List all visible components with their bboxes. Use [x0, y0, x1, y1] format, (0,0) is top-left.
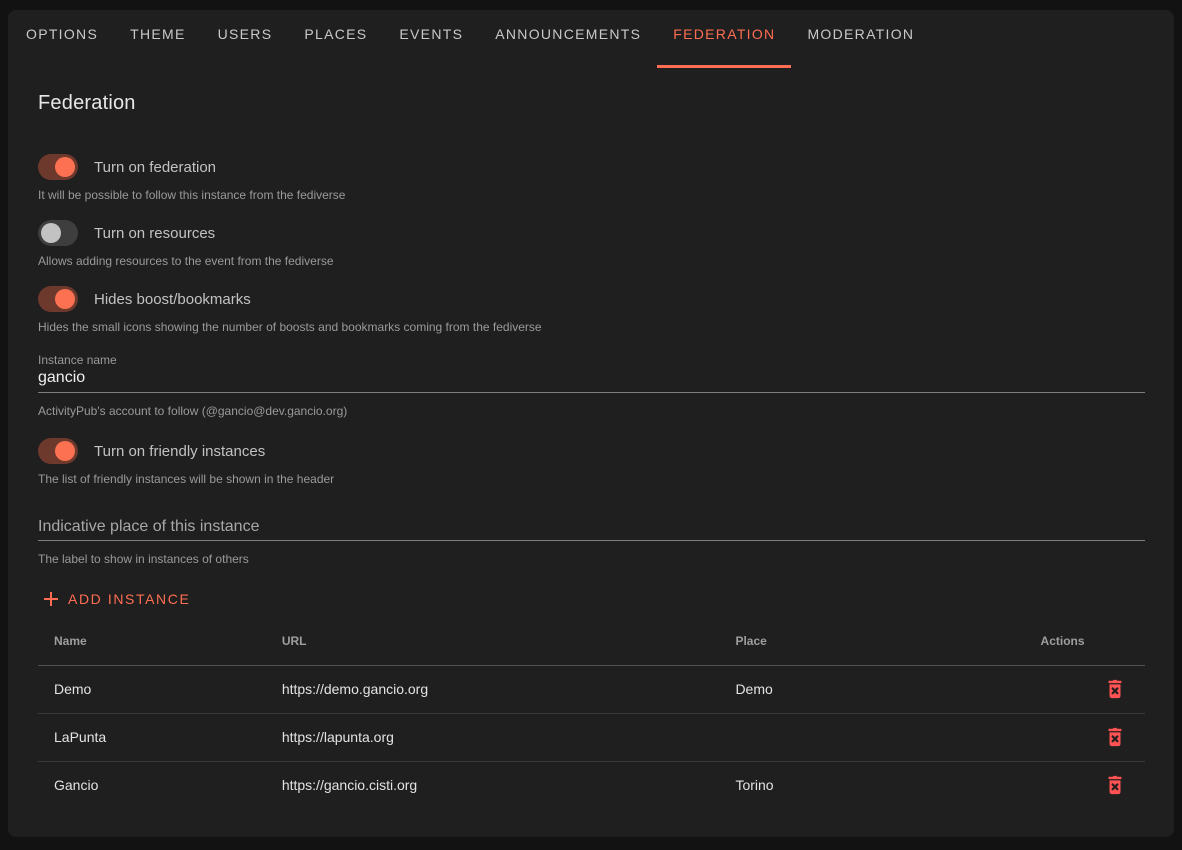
add-instance-button[interactable]: ADD INSTANCE — [38, 587, 194, 611]
hide-boosts-toggle-label: Hides boost/bookmarks — [94, 291, 251, 308]
tab-places[interactable]: PLACES — [288, 10, 383, 58]
table-row: LaPunta https://lapunta.org — [38, 713, 1145, 761]
admin-settings-card: OPTIONS THEME USERS PLACES EVENTS ANNOUN… — [8, 10, 1174, 837]
cell-place — [719, 713, 1024, 761]
setting-resources: Turn on resources Allows adding resource… — [38, 220, 1145, 269]
toggle-thumb — [55, 289, 75, 309]
cell-place: Torino — [719, 761, 1024, 809]
delete-instance-button[interactable] — [1101, 723, 1129, 751]
cell-name: Gancio — [38, 761, 266, 809]
cell-name: Demo — [38, 665, 266, 713]
toggle-thumb — [41, 223, 61, 243]
cell-url: https://gancio.cisti.org — [266, 761, 720, 809]
instance-place-field-wrap: The label to show in instances of others — [38, 517, 1145, 567]
tab-moderation[interactable]: MODERATION — [791, 10, 930, 58]
delete-instance-button[interactable] — [1101, 771, 1129, 799]
toggle-thumb — [55, 441, 75, 461]
instance-name-label: Instance name — [38, 352, 1145, 368]
resources-toggle[interactable] — [38, 220, 78, 246]
cell-url: https://lapunta.org — [266, 713, 720, 761]
page-title: Federation — [38, 92, 1145, 115]
federation-toggle-label: Turn on federation — [94, 159, 216, 176]
tab-federation[interactable]: FEDERATION — [657, 10, 791, 58]
tab-theme[interactable]: THEME — [114, 10, 202, 58]
table-row: Demo https://demo.gancio.org Demo — [38, 665, 1145, 713]
friendly-toggle[interactable] — [38, 438, 78, 464]
header-actions: Actions — [1025, 617, 1145, 665]
table-header-row: Name URL Place Actions — [38, 617, 1145, 665]
setting-hide-boosts: Hides boost/bookmarks Hides the small ic… — [38, 286, 1145, 335]
setting-friendly: Turn on friendly instances The list of f… — [38, 438, 1145, 487]
federation-hint: It will be possible to follow this insta… — [38, 187, 1145, 203]
instance-place-input[interactable] — [38, 517, 1145, 541]
cell-url: https://demo.gancio.org — [266, 665, 720, 713]
tab-announcements[interactable]: ANNOUNCEMENTS — [479, 10, 657, 58]
instance-name-input[interactable] — [38, 368, 1145, 393]
plus-icon — [42, 590, 60, 608]
friendly-hint: The list of friendly instances will be s… — [38, 471, 1145, 487]
federation-toggle[interactable] — [38, 154, 78, 180]
trash-delete-icon — [1104, 726, 1126, 748]
header-place: Place — [719, 617, 1024, 665]
trash-delete-icon — [1104, 774, 1126, 796]
header-url: URL — [266, 617, 720, 665]
delete-instance-button[interactable] — [1101, 675, 1129, 703]
instance-name-hint: ActivityPub's account to follow (@gancio… — [38, 403, 1145, 419]
tab-users[interactable]: USERS — [202, 10, 289, 58]
setting-federation: Turn on federation It will be possible t… — [38, 154, 1145, 203]
hide-boosts-hint: Hides the small icons showing the number… — [38, 319, 1145, 335]
cell-place: Demo — [719, 665, 1024, 713]
instance-place-hint: The label to show in instances of others — [38, 551, 1145, 567]
tab-options[interactable]: OPTIONS — [10, 10, 114, 58]
cell-name: LaPunta — [38, 713, 266, 761]
hide-boosts-toggle[interactable] — [38, 286, 78, 312]
trash-delete-icon — [1104, 678, 1126, 700]
admin-tabbar: OPTIONS THEME USERS PLACES EVENTS ANNOUN… — [8, 10, 1174, 58]
header-name: Name — [38, 617, 266, 665]
table-row: Gancio https://gancio.cisti.org Torino — [38, 761, 1145, 809]
resources-hint: Allows adding resources to the event fro… — [38, 253, 1145, 269]
instances-table: Name URL Place Actions Demo https://demo… — [38, 617, 1145, 809]
toggle-thumb — [55, 157, 75, 177]
tab-events[interactable]: EVENTS — [383, 10, 479, 58]
add-instance-label: ADD INSTANCE — [68, 591, 190, 607]
resources-toggle-label: Turn on resources — [94, 225, 215, 242]
friendly-toggle-label: Turn on friendly instances — [94, 443, 265, 460]
instance-name-field-wrap: Instance name ActivityPub's account to f… — [38, 352, 1145, 419]
